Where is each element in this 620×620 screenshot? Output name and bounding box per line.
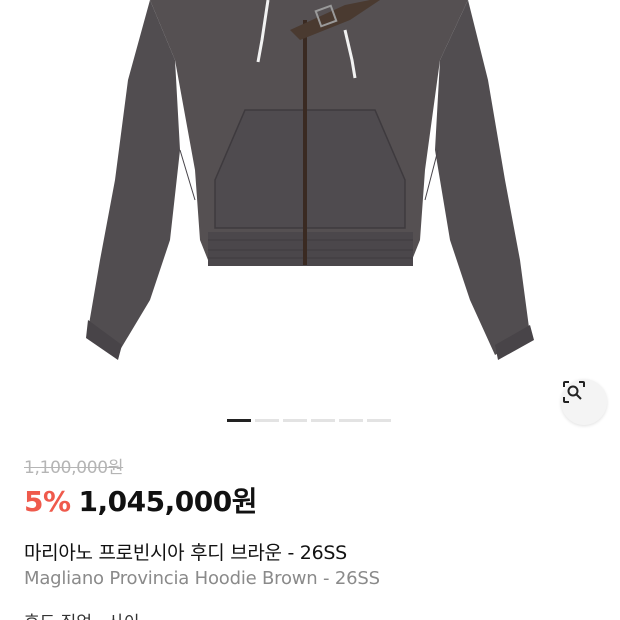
hoodie-image [86, 0, 534, 360]
price-row: 5% 1,045,000원 [24, 480, 257, 520]
product-detail-page: 1,100,000원 5% 1,045,000원 마리아노 프로빈시아 후디 브… [0, 0, 620, 620]
sale-price: 1,045,000원 [78, 485, 258, 518]
pager-dot[interactable] [339, 419, 363, 422]
image-pager [227, 419, 391, 422]
product-title-english: Magliano Provincia Hoodie Brown - 26SS [24, 568, 380, 589]
pager-dot[interactable] [311, 419, 335, 422]
lens-search-button[interactable] [561, 379, 607, 425]
discount-rate: 5% [24, 485, 71, 518]
pager-dot[interactable] [283, 419, 307, 422]
product-image-carousel[interactable] [0, 0, 620, 440]
product-detail-line: 후드 집업 · 사이 [24, 608, 139, 620]
pager-dot[interactable] [255, 419, 279, 422]
original-price: 1,100,000원 [24, 458, 124, 478]
pager-dot[interactable] [367, 419, 391, 422]
product-title-korean: 마리아노 프로빈시아 후디 브라운 - 26SS [24, 542, 347, 564]
lens-search-icon [563, 381, 585, 403]
pager-dot[interactable] [227, 419, 251, 422]
